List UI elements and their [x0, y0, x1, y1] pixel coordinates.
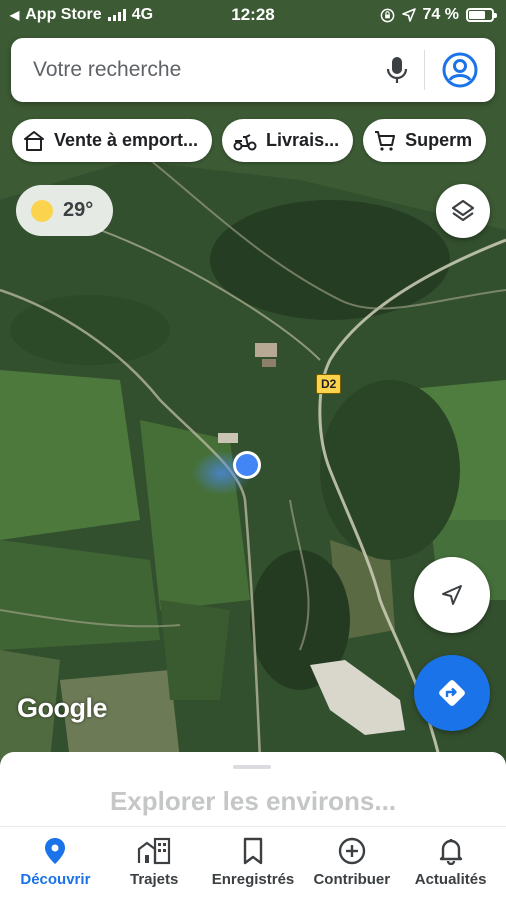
directions-icon — [439, 680, 465, 706]
location-arrow-icon — [401, 8, 416, 22]
add-circle-icon — [338, 837, 365, 865]
directions-button[interactable] — [414, 655, 490, 731]
tab-label: Actualités — [414, 871, 487, 888]
tab-decouvrir[interactable]: Découvrir — [6, 827, 105, 900]
tab-contribuer[interactable]: Contribuer — [302, 827, 401, 900]
chip-label: Vente à emport... — [54, 130, 199, 150]
weather-badge[interactable]: 29° — [16, 185, 113, 236]
tab-trajets[interactable]: Trajets — [105, 827, 204, 900]
temperature: 29° — [63, 199, 94, 221]
layers-icon — [451, 199, 475, 222]
tab-actualites[interactable]: Actualités — [401, 827, 500, 900]
tab-label: Contribuer — [313, 871, 391, 888]
microphone-icon — [386, 57, 408, 83]
tab-label: Découvrir — [20, 871, 91, 888]
tab-enregistres[interactable]: Enregistrés — [204, 827, 303, 900]
sheet-title: Explorer les environs... — [109, 786, 397, 816]
scooter-icon — [233, 133, 257, 150]
chip-label: Superm — [405, 130, 473, 150]
tab-label: Trajets — [130, 871, 179, 888]
road-label-d2: D2 — [316, 374, 342, 394]
cart-icon — [375, 130, 396, 151]
rotation-lock-icon — [380, 8, 394, 22]
sheet-handle[interactable] — [233, 765, 271, 769]
chip-label: Livrais... — [266, 130, 340, 150]
bell-icon — [439, 839, 462, 865]
sun-icon — [31, 199, 53, 222]
chip-takeout[interactable]: Vente à emport... — [12, 119, 213, 162]
google-logo: Google — [17, 693, 108, 723]
chip-delivery[interactable]: Livrais... — [222, 119, 354, 162]
layers-button[interactable] — [436, 184, 490, 238]
search-input[interactable] — [11, 58, 370, 82]
tab-label: Enregistrés — [211, 871, 295, 888]
commute-icon — [138, 837, 171, 865]
battery-icon — [466, 8, 497, 22]
account-circle-icon — [442, 52, 478, 88]
chip-supermarket[interactable]: Superm — [363, 119, 487, 162]
bookmark-icon — [243, 837, 263, 865]
bottom-nav: Découvrir Trajets Enregistrés Contribuer — [0, 826, 506, 900]
takeout-icon — [24, 130, 44, 151]
battery-percent: 74 % — [422, 6, 459, 23]
my-location-button[interactable] — [414, 557, 490, 633]
voice-search-button[interactable] — [370, 38, 424, 102]
search-bar[interactable] — [11, 38, 495, 102]
navigation-arrow-icon — [442, 585, 462, 605]
account-button[interactable] — [425, 38, 495, 102]
status-bar: ◀ App Store 4G 12:28 74 % — [0, 0, 506, 30]
category-chips: Vente à emport... Livrais... Superm — [12, 119, 487, 162]
pin-icon — [45, 838, 66, 864]
